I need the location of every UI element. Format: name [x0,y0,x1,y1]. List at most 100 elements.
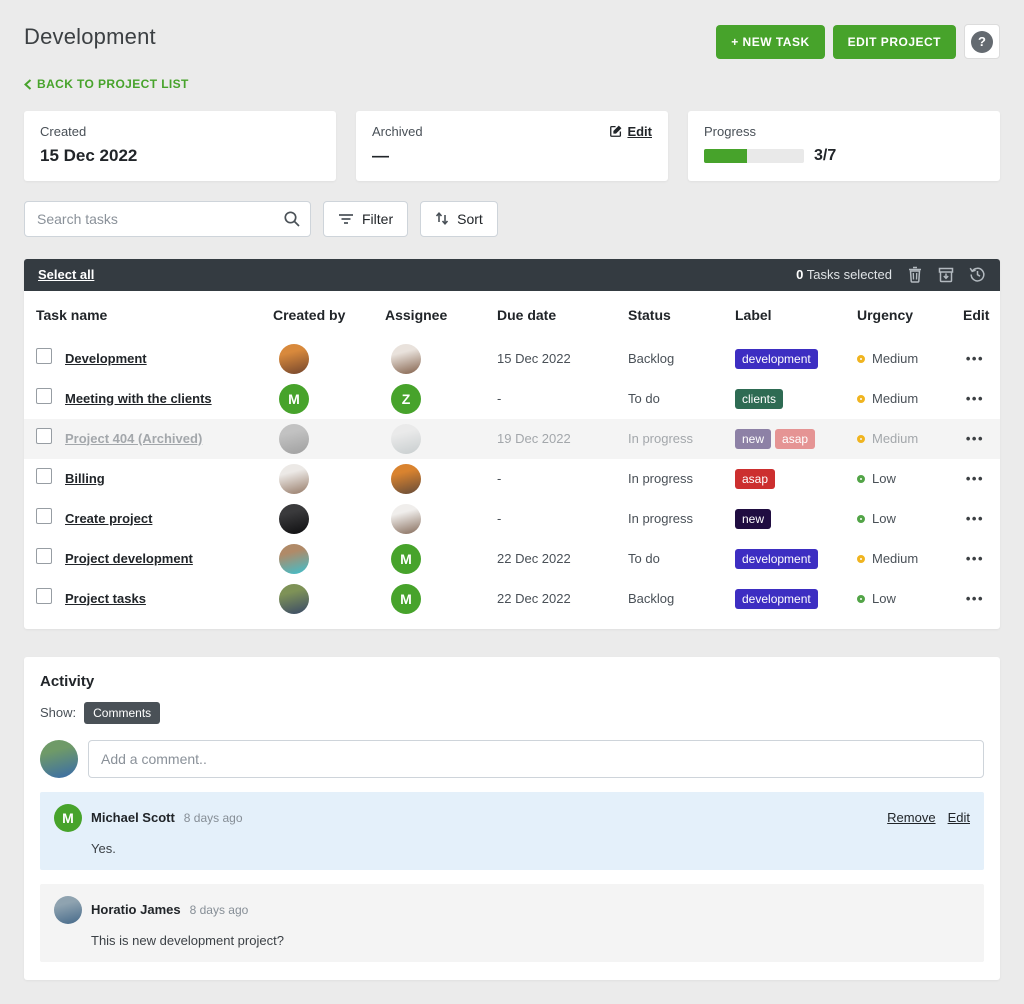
urgency-cell: Medium [857,351,963,366]
assignee-avatar: Z [391,384,421,414]
task-name-cell: Development [65,350,273,368]
assignee-avatar [391,424,421,454]
task-rows: Development15 Dec 2022Backlogdevelopment… [24,339,1000,619]
assignee-avatar [391,504,421,534]
comment-remove-link[interactable]: Remove [887,810,935,825]
labels-cell: development [735,349,857,369]
filter-icon [338,213,354,225]
row-checkbox[interactable] [36,388,52,404]
current-user-avatar-slot [40,740,78,778]
comment-author-avatar: M [54,804,82,832]
urgency-icon [857,475,865,483]
comment-input[interactable] [88,740,984,778]
row-menu-button[interactable]: ••• [966,391,984,406]
edit-project-button[interactable]: EDIT PROJECT [833,25,956,59]
urgency-icon [857,595,865,603]
label-pill: development [735,349,818,369]
created-value: 15 Dec 2022 [40,146,320,166]
urgency-cell: Low [857,511,963,526]
sort-button[interactable]: Sort [420,201,498,237]
progress-label: Progress [704,124,984,139]
label-pill: new [735,429,771,449]
labels-cell: clients [735,389,857,409]
urgency-cell: Medium [857,391,963,406]
checkbox-cell [36,388,65,409]
task-name-link[interactable]: Billing [65,471,105,486]
task-name-link[interactable]: Meeting with the clients [65,391,212,406]
current-user-avatar [40,740,78,778]
progress-bar-fill [704,149,747,163]
row-checkbox[interactable] [36,508,52,524]
status-cell: In progress [628,430,735,448]
help-button[interactable]: ? [964,24,1000,59]
edit-cell: ••• [963,510,988,528]
task-name-link[interactable]: Create project [65,511,152,526]
row-menu-button[interactable]: ••• [966,431,984,446]
urgency-label: Low [872,591,896,606]
column-urgency: Urgency [857,307,963,323]
task-row: Project tasksM22 Dec 2022Backlogdevelopm… [24,579,1000,619]
sort-label: Sort [457,211,483,227]
status-cell: In progress [628,470,735,488]
task-row: Project developmentM22 Dec 2022To dodeve… [24,539,1000,579]
created-by-cell [273,344,385,374]
history-icon[interactable] [969,266,986,283]
urgency-label: Medium [872,551,918,566]
assignee-avatar: M [391,544,421,574]
filter-button[interactable]: Filter [323,201,408,237]
archived-edit-link[interactable]: Edit [609,124,652,139]
row-checkbox[interactable] [36,348,52,364]
new-task-button[interactable]: + NEW TASK [716,25,824,59]
task-name-link[interactable]: Project 404 (Archived) [65,431,202,446]
comment: MMichael Scott8 days agoRemoveEditYes. [40,792,984,870]
task-table-card: Select all 0 Tasks selected Task name Cr… [24,259,1000,629]
row-checkbox[interactable] [36,468,52,484]
column-created-by: Created by [273,307,385,323]
status-text: Backlog [628,591,674,606]
due-date-cell: - [497,511,628,526]
checkbox-cell [36,428,65,449]
row-checkbox[interactable] [36,588,52,604]
created-by-cell: M [273,384,385,414]
status-cell: To do [628,550,735,568]
created-by-cell [273,464,385,494]
assignee-cell: M [385,544,497,574]
created-by-avatar [279,424,309,454]
task-name-link[interactable]: Project development [65,551,193,566]
task-name-link[interactable]: Project tasks [65,591,146,606]
comment-header: MMichael Scott8 days agoRemoveEdit [54,804,970,832]
column-assignee: Assignee [385,307,497,323]
row-checkbox[interactable] [36,548,52,564]
delete-tasks-icon[interactable] [907,266,923,283]
tasks-selected-text: 0 Tasks selected [796,267,892,282]
due-date-cell: - [497,471,628,486]
urgency-cell: Medium [857,551,963,566]
comment-edit-link[interactable]: Edit [948,810,970,825]
row-menu-button[interactable]: ••• [966,591,984,606]
task-name-link[interactable]: Development [65,351,147,366]
status-cell: Backlog [628,590,735,608]
comment-author-name: Michael Scott [91,810,175,825]
comments-list: MMichael Scott8 days agoRemoveEditYes.Ho… [40,792,984,962]
activity-title: Activity [40,673,984,690]
checkbox-cell [36,548,65,569]
assignee-cell: M [385,584,497,614]
row-menu-button[interactable]: ••• [966,551,984,566]
checkbox-cell [36,468,65,489]
archive-tasks-icon[interactable] [938,267,954,283]
search-input[interactable] [24,201,311,237]
labels-cell: development [735,549,857,569]
comments-filter-chip[interactable]: Comments [84,702,160,724]
task-row: Create project-In progressnewLow••• [24,499,1000,539]
select-all-link[interactable]: Select all [38,267,94,282]
row-menu-button[interactable]: ••• [966,511,984,526]
created-by-avatar [279,504,309,534]
row-menu-button[interactable]: ••• [966,351,984,366]
row-checkbox[interactable] [36,428,52,444]
status-text: In progress [628,471,693,486]
urgency-label: Low [872,471,896,486]
task-name-cell: Project 404 (Archived) [65,430,273,448]
comment-actions: Remove Edit [887,810,970,825]
back-to-project-list-link[interactable]: BACK TO PROJECT LIST [24,77,189,91]
row-menu-button[interactable]: ••• [966,471,984,486]
